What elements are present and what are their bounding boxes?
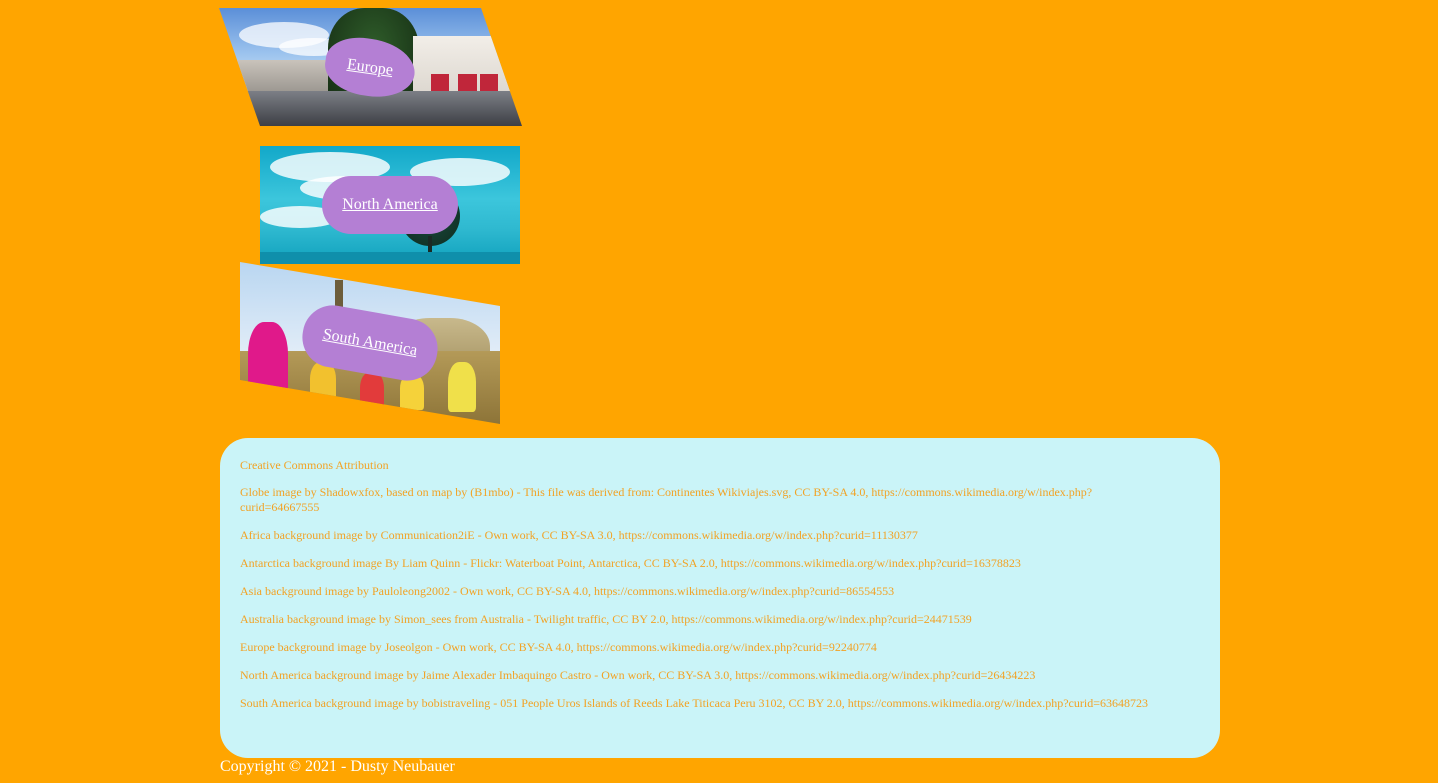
continent-link-north-america[interactable]: North America	[322, 176, 458, 234]
attribution-item-africa: Africa background image by Communication…	[240, 528, 918, 542]
attribution-panel: Creative Commons Attribution Globe image…	[220, 438, 1220, 758]
attribution-item-north-america: North America background image by Jaime …	[240, 668, 1036, 682]
attribution-item-globe: Globe image by Shadowxfox, based on map …	[240, 485, 1093, 514]
continent-tile-south-america[interactable]: South America	[240, 262, 500, 424]
attribution-item-antarctica: Antarctica background image By Liam Quin…	[240, 556, 1021, 570]
footer-copyright: Copyright © 2021 - Dusty Neubauer	[220, 758, 455, 775]
page: Europe North America South America Creat…	[0, 0, 1438, 783]
attribution-item-europe: Europe background image by Joseolgon - O…	[240, 640, 877, 654]
attribution-item-asia: Asia background image by Pauloleong2002 …	[240, 584, 895, 598]
continent-tile-europe[interactable]: Europe	[219, 8, 522, 126]
attribution-item-south-america: South America background image by bobist…	[240, 696, 1148, 710]
attribution-item-australia: Australia background image by Simon_sees…	[240, 612, 972, 626]
continent-tile-north-america[interactable]: North America	[260, 146, 520, 264]
attribution-heading: Creative Commons Attribution	[240, 458, 389, 472]
